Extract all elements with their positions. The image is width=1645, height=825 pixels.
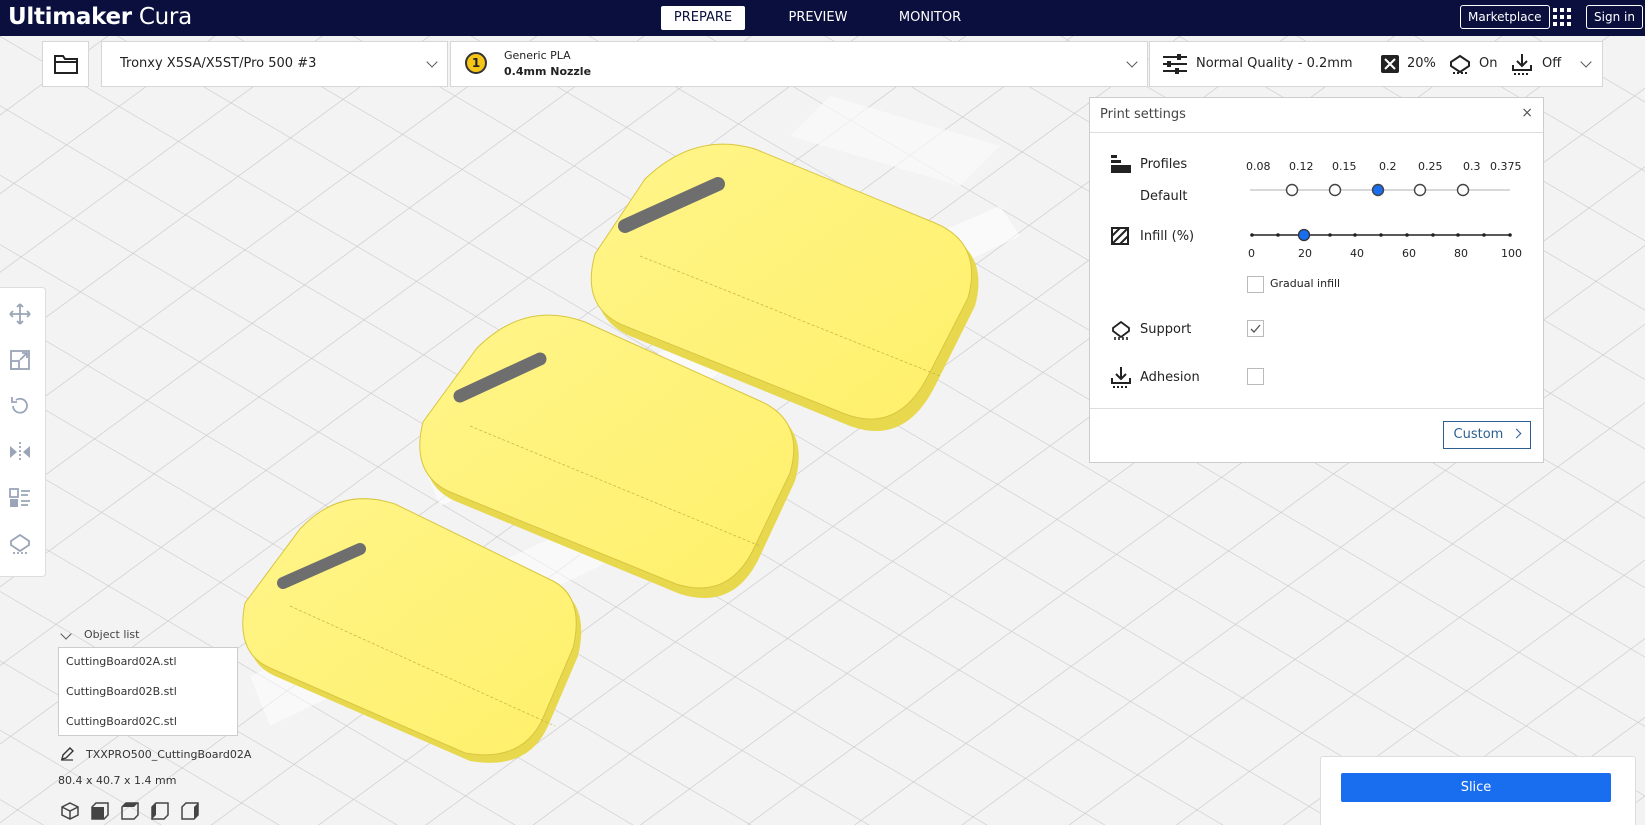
- layer-option-0.12: [1285, 183, 1299, 197]
- tab-monitor[interactable]: MONITOR: [880, 6, 980, 30]
- pencil-icon[interactable]: [60, 747, 74, 761]
- per-model-settings-icon[interactable]: [8, 486, 32, 510]
- job-name: TXXPRO500_CuttingBoard02A: [86, 748, 252, 761]
- move-icon[interactable]: [8, 302, 32, 326]
- chevron-right-icon: [1512, 428, 1522, 439]
- layer-height-slider[interactable]: [1250, 182, 1510, 198]
- layer-tick: 0.375: [1490, 160, 1522, 173]
- action-panel: Slice: [1320, 756, 1636, 825]
- material-name: Generic PLA: [504, 49, 571, 62]
- profiles-icon: [1111, 155, 1131, 173]
- marketplace-button[interactable]: Marketplace: [1460, 5, 1550, 29]
- quality-profile: Normal Quality - 0.2mm: [1196, 56, 1353, 71]
- default-label: Default: [1140, 189, 1188, 204]
- infill-label: Infill (%): [1140, 229, 1195, 244]
- layer-tick: 0.08: [1246, 160, 1271, 173]
- support-label: Support: [1140, 322, 1192, 337]
- panel-divider: [1090, 408, 1543, 409]
- view-left-icon[interactable]: [150, 801, 170, 821]
- list-item[interactable]: CuttingBoard02B.stl: [66, 685, 177, 698]
- support-icon: [1112, 320, 1130, 340]
- adhesion-value: Off: [1542, 56, 1562, 71]
- checkmark-icon: [1250, 324, 1261, 333]
- layer-tick: 0.2: [1379, 160, 1397, 173]
- layer-tick: 0.25: [1418, 160, 1443, 173]
- signin-button[interactable]: Sign in: [1586, 5, 1643, 29]
- chevron-down-icon: [1126, 56, 1138, 68]
- layer-option-0.25: [1413, 183, 1427, 197]
- layer-option-0.15: [1328, 183, 1342, 197]
- slice-button[interactable]: Slice: [1341, 773, 1611, 802]
- layer-tick: 0.12: [1289, 160, 1314, 173]
- logo-part2: Cura: [138, 4, 192, 30]
- support-blocker-icon[interactable]: [8, 532, 32, 556]
- gradual-infill-label: Gradual infill: [1270, 277, 1341, 290]
- extruder-badge: 1: [465, 52, 487, 74]
- adhesion-icon: [1512, 54, 1532, 75]
- infill-handle: [1297, 228, 1311, 242]
- sliders-icon: [1163, 54, 1187, 74]
- view-right-icon[interactable]: [180, 801, 200, 821]
- panel-header: Print settings ×: [1090, 98, 1543, 133]
- support-checkbox[interactable]: [1247, 320, 1264, 337]
- app-logo: Ultimaker Cura: [8, 2, 192, 32]
- infill-icon: [1111, 227, 1129, 245]
- chevron-down-icon: [1580, 56, 1592, 68]
- infill-tick: 0: [1248, 247, 1255, 260]
- rotate-icon[interactable]: [8, 394, 32, 418]
- adhesion-label: Adhesion: [1140, 370, 1200, 385]
- layer-option-0.3: [1456, 183, 1470, 197]
- print-settings-selector[interactable]: Normal Quality - 0.2mm 20% On Off: [1149, 41, 1603, 87]
- tab-preview[interactable]: PREVIEW: [768, 6, 868, 30]
- view-front-icon[interactable]: [90, 801, 110, 821]
- open-file-button[interactable]: [42, 41, 89, 87]
- custom-label: Custom: [1453, 427, 1504, 442]
- support-icon: [1450, 54, 1470, 74]
- mirror-icon[interactable]: [8, 440, 32, 464]
- support-value: On: [1479, 56, 1498, 71]
- infill-tick: 20: [1298, 247, 1312, 260]
- print-settings-panel: Print settings × Profiles Default 0.08 0…: [1089, 97, 1544, 463]
- layer-tick: 0.15: [1332, 160, 1357, 173]
- apps-grid-icon[interactable]: [1553, 8, 1571, 26]
- folder-icon: [54, 55, 78, 74]
- layer-tick: 0.3: [1463, 160, 1481, 173]
- object-list: CuttingBoard02A.stl CuttingBoard02B.stl …: [58, 647, 238, 736]
- view-top-icon[interactable]: [120, 801, 140, 821]
- printer-name: Tronxy X5SA/X5ST/Pro 500 #3: [120, 56, 317, 71]
- list-item[interactable]: CuttingBoard02A.stl: [66, 655, 177, 668]
- top-bar: Ultimaker Cura PREPARE PREVIEW MONITOR M…: [0, 0, 1645, 36]
- infill-icon: [1381, 55, 1399, 73]
- infill-tick: 80: [1454, 247, 1468, 260]
- layer-option-0.2: [1371, 183, 1385, 197]
- extruder-number: 1: [471, 56, 481, 70]
- close-icon[interactable]: ×: [1521, 105, 1533, 121]
- adhesion-icon: [1111, 367, 1131, 388]
- infill-slider[interactable]: [1250, 227, 1512, 243]
- tab-prepare[interactable]: PREPARE: [661, 6, 745, 30]
- gradual-infill-checkbox[interactable]: [1247, 276, 1264, 293]
- material-selector[interactable]: 1 Generic PLA 0.4mm Nozzle: [450, 41, 1148, 87]
- printer-selector[interactable]: Tronxy X5SA/X5ST/Pro 500 #3: [101, 41, 448, 87]
- panel-title: Print settings: [1100, 107, 1186, 122]
- infill-value: 20%: [1407, 56, 1436, 71]
- scale-icon[interactable]: [8, 348, 32, 372]
- chevron-down-icon: [426, 56, 438, 68]
- adhesion-checkbox[interactable]: [1247, 368, 1264, 385]
- object-list-title: Object list: [84, 628, 140, 641]
- view-3d-icon[interactable]: [60, 801, 80, 821]
- tool-panel: [0, 287, 46, 577]
- profiles-label: Profiles: [1140, 157, 1188, 172]
- infill-tick: 100: [1501, 247, 1522, 260]
- nozzle-size: 0.4mm Nozzle: [504, 65, 592, 78]
- infill-tick: 60: [1402, 247, 1416, 260]
- custom-settings-button[interactable]: Custom: [1443, 421, 1531, 449]
- object-dimensions: 80.4 x 40.7 x 1.4 mm: [58, 774, 177, 787]
- logo-part1: Ultimaker: [8, 4, 132, 30]
- infill-tick: 40: [1350, 247, 1364, 260]
- list-item[interactable]: CuttingBoard02C.stl: [66, 715, 177, 728]
